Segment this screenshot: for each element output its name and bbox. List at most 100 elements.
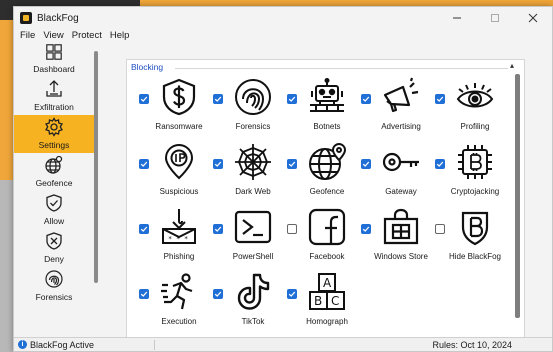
menu-file[interactable]: File	[16, 29, 39, 43]
status-bar: i BlackFog Active Rules: Oct 10, 2024	[14, 337, 552, 351]
option-label: Geofence	[309, 187, 345, 196]
robot-icon	[310, 78, 344, 112]
check-icon	[288, 161, 296, 167]
ransomware-checkbox[interactable]	[139, 94, 149, 104]
exfiltration-icon	[46, 80, 62, 97]
phishing-checkbox[interactable]	[139, 224, 149, 234]
block-option-tiktok: TikTok	[211, 269, 285, 334]
check-icon	[362, 161, 370, 167]
option-label: Advertising	[381, 122, 421, 131]
option-label: Profiling	[460, 122, 490, 131]
svg-text:*: *	[184, 235, 188, 243]
menu-protect[interactable]: Protect	[68, 29, 106, 43]
eye-icon	[456, 83, 494, 108]
collapse-caret-icon[interactable]: ▴	[510, 61, 514, 70]
title-bar: BlackFog	[14, 7, 552, 29]
sidebar-item-forensics[interactable]: Forensics	[14, 267, 94, 305]
block-option-suspicious: Suspicious	[137, 139, 211, 204]
option-label: Hide BlackFog	[448, 252, 502, 261]
check-icon	[288, 291, 296, 297]
botnets-checkbox[interactable]	[287, 94, 297, 104]
check-icon	[214, 161, 222, 167]
globe-pin-icon	[309, 142, 347, 180]
check-icon	[140, 96, 148, 102]
menu-help[interactable]: Help	[106, 29, 134, 43]
windows-store-checkbox[interactable]	[361, 224, 371, 234]
bitcoin-chip-icon	[458, 145, 492, 179]
sidebar-item-deny[interactable]: Deny	[14, 229, 94, 267]
sidebar-item-label: Deny	[44, 254, 64, 264]
tiktok-checkbox[interactable]	[213, 289, 223, 299]
content-scrollbar[interactable]	[515, 74, 520, 318]
check-icon	[436, 96, 444, 102]
forensics-checkbox[interactable]	[213, 94, 223, 104]
option-label: Facebook	[309, 252, 345, 261]
gear-icon	[45, 117, 63, 137]
menu-view[interactable]: View	[39, 29, 67, 43]
maximize-icon	[491, 14, 499, 22]
cryptojacking-checkbox[interactable]	[435, 159, 445, 169]
sidebar-item-exfiltration[interactable]: Exfiltration	[14, 77, 94, 115]
sidebar-item-label: Geofence	[35, 178, 73, 188]
option-label: Forensics	[235, 122, 271, 131]
sidebar-item-dashboard[interactable]: Dashboard	[14, 43, 94, 77]
gateway-checkbox[interactable]	[361, 159, 371, 169]
check-icon	[362, 226, 370, 232]
sidebar-scrollbar[interactable]	[94, 51, 98, 283]
spiderweb-icon	[235, 144, 271, 180]
maximize-button[interactable]	[476, 7, 514, 29]
execution-checkbox[interactable]	[139, 289, 149, 299]
svg-text:B: B	[314, 294, 322, 308]
option-label: Gateway	[385, 187, 417, 196]
option-label: Ransomware	[155, 122, 203, 131]
hide-blackfog-checkbox[interactable]	[435, 224, 445, 234]
check-icon	[140, 291, 148, 297]
sidebar-item-allow[interactable]: Allow	[14, 191, 94, 229]
check-icon	[436, 161, 444, 167]
homograph-checkbox[interactable]	[287, 289, 297, 299]
block-option-forensics: Forensics	[211, 74, 285, 139]
sidebar-item-label: Allow	[43, 216, 65, 226]
megaphone-icon	[383, 77, 419, 113]
block-option-advertising: Advertising	[359, 74, 433, 139]
option-label: TikTok	[241, 317, 265, 326]
block-option-execution: Execution	[137, 269, 211, 334]
block-option-gateway: Gateway	[359, 139, 433, 204]
fingerprint-icon	[235, 79, 271, 115]
block-option-phishing: * * * Phishing	[137, 204, 211, 269]
suspicious-checkbox[interactable]	[139, 159, 149, 169]
check-icon	[214, 96, 222, 102]
dashboard-icon	[46, 44, 62, 60]
profiling-checkbox[interactable]	[435, 94, 445, 104]
sidebar-item-geofence[interactable]: Geofence	[14, 153, 94, 191]
check-icon	[362, 96, 370, 102]
shield-x-icon	[46, 232, 62, 250]
svg-text:*: *	[168, 235, 172, 243]
block-option-windows-store: Windows Store	[359, 204, 433, 269]
block-option-dark-web: Dark Web	[211, 139, 285, 204]
option-label: Homograph	[306, 317, 348, 326]
phishing-hook-icon: * * *	[162, 209, 196, 244]
block-option-cryptojacking: Cryptojacking	[433, 139, 507, 204]
geofence-checkbox[interactable]	[287, 159, 297, 169]
window-controls	[438, 7, 552, 29]
dark-web-checkbox[interactable]	[213, 159, 223, 169]
sidebar-item-settings[interactable]: Settings	[14, 115, 94, 153]
rules-date: Rules: Oct 10, 2024	[432, 339, 512, 350]
info-icon: i	[18, 340, 27, 349]
status-separator	[154, 340, 155, 350]
sidebar-item-label: Settings	[38, 140, 70, 150]
sidebar: Dashboard Exfiltration Settings Geofence…	[14, 43, 94, 337]
close-button[interactable]	[514, 7, 552, 29]
minimize-icon	[453, 17, 461, 19]
powershell-checkbox[interactable]	[213, 224, 223, 234]
facebook-checkbox[interactable]	[287, 224, 297, 234]
svg-text:C: C	[331, 294, 339, 308]
option-label: PowerShell	[232, 252, 274, 261]
block-option-ransomware: Ransomware	[137, 74, 211, 139]
sidebar-item-label: Dashboard	[33, 64, 75, 74]
advertising-checkbox[interactable]	[361, 94, 371, 104]
check-icon	[140, 226, 148, 232]
check-icon	[214, 226, 222, 232]
minimize-button[interactable]	[438, 7, 476, 29]
